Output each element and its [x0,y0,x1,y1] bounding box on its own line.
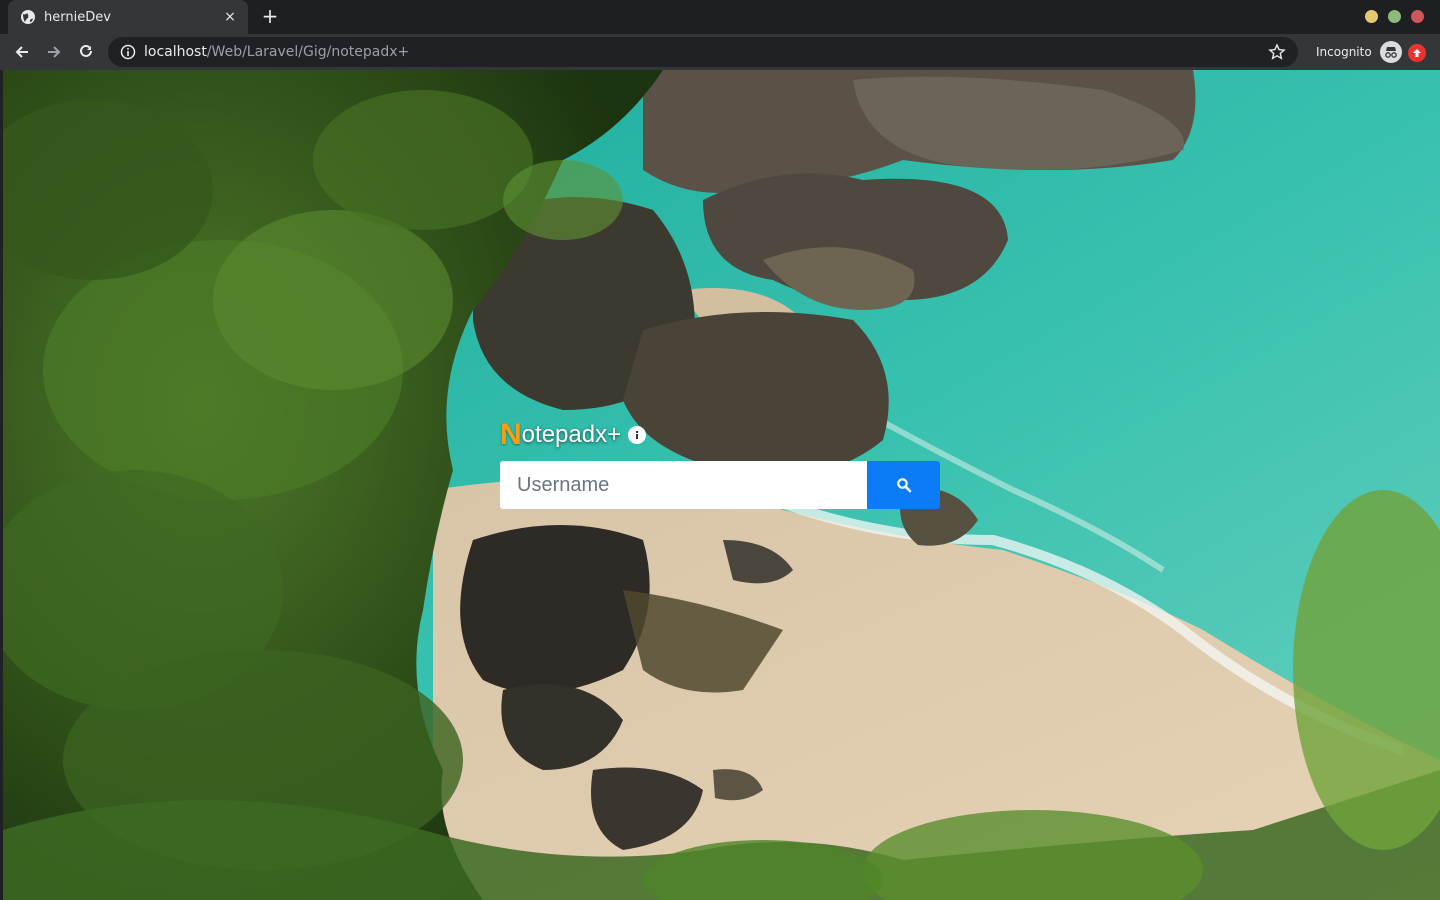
brand-first-letter: N [500,418,522,451]
app-brand-title: N otepadx+ [500,418,647,452]
minimize-window-button[interactable] [1365,10,1378,23]
globe-icon [21,10,35,24]
tab-close-icon[interactable]: × [222,9,238,25]
address-bar[interactable]: localhost/Web/Laravel/Gig/notepadx+ [108,37,1298,67]
url-text[interactable]: localhost/Web/Laravel/Gig/notepadx+ [144,44,1268,60]
back-icon [15,46,28,58]
browser-tab-strip: hernieDev × + [0,0,1440,34]
close-window-button[interactable] [1411,10,1424,23]
site-info-icon[interactable] [120,44,136,60]
bookmark-star-icon[interactable] [1268,43,1286,61]
maximize-window-button[interactable] [1388,10,1401,23]
forward-button[interactable] [38,36,70,68]
browser-toolbar: localhost/Web/Laravel/Gig/notepadx+ Inco… [0,34,1440,70]
url-path: /Web/Laravel/Gig/notepadx+ [206,44,410,60]
search-icon [896,478,911,493]
username-input[interactable] [500,461,867,509]
brand-name: otepadx+ [521,421,622,448]
incognito-indicator[interactable]: Incognito [1316,39,1402,65]
forward-icon [48,46,61,58]
new-tab-button[interactable]: + [258,5,282,29]
reload-button[interactable] [70,36,102,68]
tab-title: hernieDev [44,9,111,25]
url-host: localhost [144,44,207,60]
window-controls [1365,10,1424,23]
search-button[interactable] [867,461,940,509]
info-icon[interactable] [628,426,647,444]
incognito-label: Incognito [1316,45,1372,59]
reload-icon [80,44,92,57]
incognito-icon [1379,41,1402,63]
username-search-form [500,461,940,509]
extension-icon[interactable] [1408,44,1426,62]
browser-tab[interactable]: hernieDev × [8,0,248,34]
back-button[interactable] [6,36,38,68]
